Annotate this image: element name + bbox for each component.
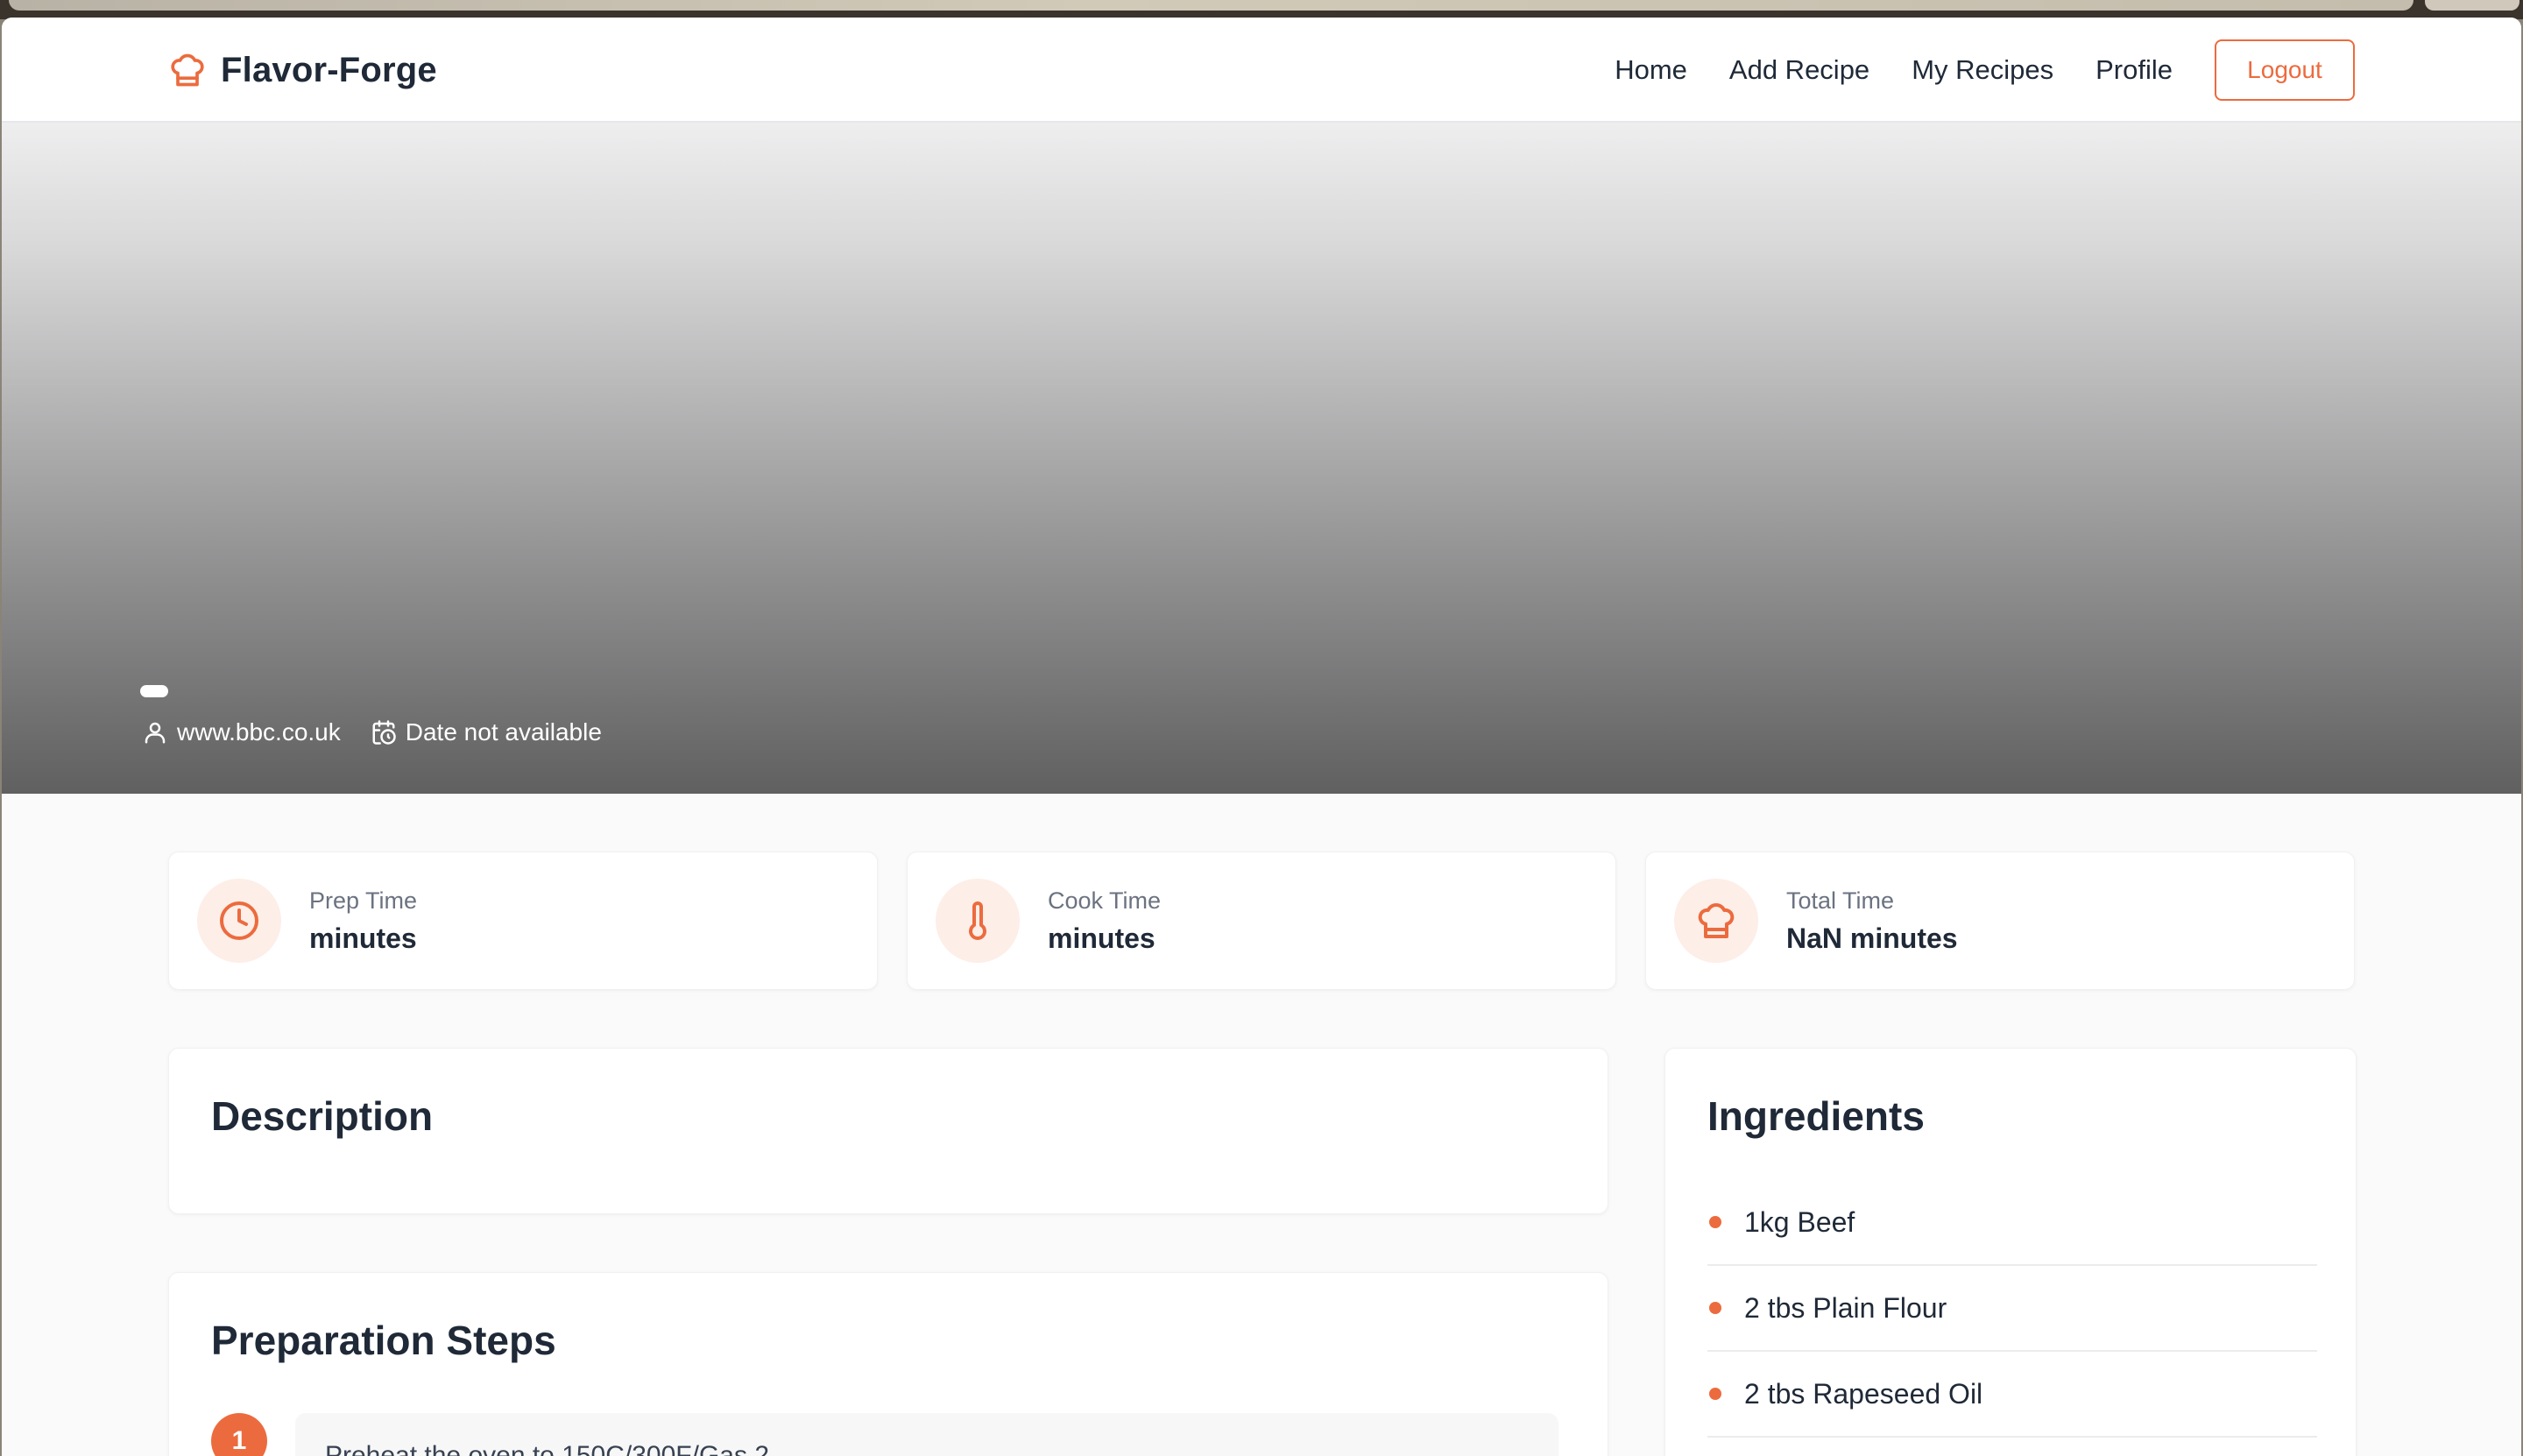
ingredient-item: 2 tbs Rapeseed Oil — [1707, 1352, 2317, 1438]
bullet-dot-icon — [1709, 1388, 1721, 1400]
chef-hat-icon — [171, 53, 204, 87]
thermometer-icon — [969, 901, 986, 940]
prep-time-card: Prep Time minutes — [168, 852, 878, 990]
bullet-dot-icon — [1709, 1302, 1721, 1314]
app-window: Flavor-Forge Home Add Recipe My Recipes … — [2, 18, 2521, 1456]
date-text: Date not available — [405, 718, 602, 746]
author-text: www.bbc.co.uk — [177, 718, 341, 746]
recipe-meta: www.bbc.co.uk Date not available — [142, 718, 632, 746]
user-icon — [145, 722, 166, 744]
total-time-card: Total Time NaN minutes — [1645, 852, 2355, 990]
step-text: Preheat the oven to 150C/300F/Gas 2. — [295, 1413, 1558, 1456]
cook-time-card: Cook Time minutes — [907, 852, 1616, 990]
recipe-hero-image: www.bbc.co.uk Date not available — [2, 123, 2521, 794]
step-number: 1 — [211, 1413, 267, 1456]
ingredient-text: 2 tbs Plain Flour — [1744, 1291, 1947, 1324]
cook-time-label: Cook Time — [1048, 887, 1162, 914]
nav-link-my-recipes[interactable]: My Recipes — [1912, 54, 2053, 86]
desktop-top-strip — [0, 0, 2523, 19]
browser-tab-strip-end — [2425, 0, 2519, 11]
calendar-clock-icon — [372, 720, 396, 745]
prep-time-value: minutes — [309, 922, 417, 954]
ingredients-card: Ingredients 1kg Beef 2 tbs Plain Flour 2… — [1664, 1048, 2357, 1456]
navbar: Flavor-Forge Home Add Recipe My Recipes … — [2, 18, 2521, 123]
ingredients-title: Ingredients — [1707, 1093, 1925, 1139]
nav-link-home[interactable]: Home — [1615, 54, 1687, 86]
description-card: Description — [168, 1048, 1608, 1214]
ingredient-item: 2 tbs Plain Flour — [1707, 1266, 2317, 1352]
category-badge — [140, 685, 168, 697]
logout-button[interactable]: Logout — [2215, 39, 2355, 101]
nav-link-profile[interactable]: Profile — [2095, 54, 2173, 86]
ingredients-list: 1kg Beef 2 tbs Plain Flour 2 tbs Rapesee… — [1707, 1180, 2317, 1438]
clock-icon — [220, 901, 258, 940]
preparation-steps-title: Preparation Steps — [211, 1318, 556, 1363]
brand-name: Flavor-Forge — [221, 50, 437, 89]
prep-time-label: Prep Time — [309, 887, 418, 914]
ingredient-text: 2 tbs Rapeseed Oil — [1744, 1377, 1983, 1410]
description-title: Description — [211, 1093, 434, 1139]
cook-time-value: minutes — [1048, 922, 1155, 954]
bullet-dot-icon — [1709, 1216, 1721, 1228]
browser-tab-strip — [9, 0, 2413, 11]
brand-logo[interactable]: Flavor-Forge — [168, 49, 437, 91]
total-time-icon-wrap — [1674, 879, 1758, 963]
nav-links: Home Add Recipe My Recipes Profile Logou… — [1615, 39, 2355, 102]
nav-link-add-recipe[interactable]: Add Recipe — [1729, 54, 1869, 86]
preparation-steps-card: Preparation Steps 1 Preheat the oven to … — [168, 1272, 1608, 1456]
date-meta: Date not available — [371, 718, 602, 746]
total-time-value: NaN minutes — [1786, 922, 1958, 954]
total-time-label: Total Time — [1786, 887, 1895, 914]
cook-time-icon-wrap — [936, 879, 1020, 963]
ingredient-item: 1kg Beef — [1707, 1180, 2317, 1266]
author-meta: www.bbc.co.uk — [142, 718, 341, 746]
chef-hat-icon — [1698, 902, 1735, 938]
ingredient-text: 1kg Beef — [1744, 1205, 1855, 1238]
prep-time-icon-wrap — [197, 879, 281, 963]
